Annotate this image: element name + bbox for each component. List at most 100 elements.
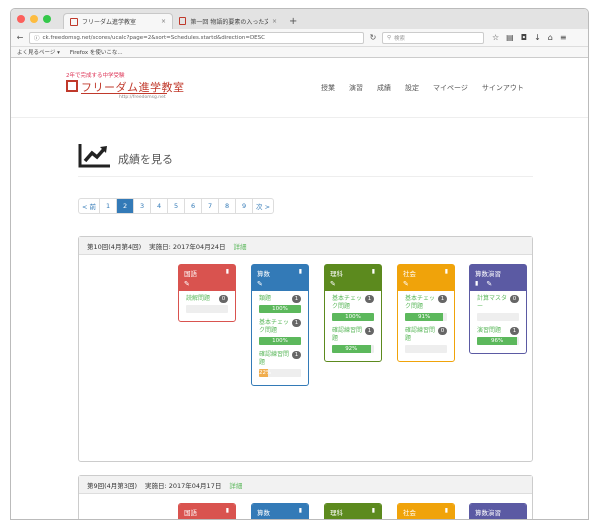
favicon-icon [70, 17, 78, 26]
toolbar-icons: ☆ ▤ ◘ ↓ ⌂ ≡ [492, 33, 567, 42]
progress-bar: 100% [332, 313, 374, 322]
pencil-icon[interactable]: ✎ [486, 280, 492, 288]
detail-link[interactable]: 詳細 [233, 241, 246, 251]
subject-header[interactable]: 理科▮✎ [325, 504, 381, 519]
exercise-link[interactable]: 確認練習問題 1 [259, 351, 301, 367]
search-icon: ⚲ [387, 34, 392, 41]
pencil-icon[interactable]: ✎ [330, 280, 376, 288]
exercise-item: 類題 1 100% [252, 291, 308, 315]
exercise-link[interactable]: 計算マスター 0 [477, 295, 519, 311]
exercise-link[interactable]: 演習問題 1 [477, 327, 519, 336]
page-1-button[interactable]: 1 [100, 199, 118, 213]
subject-card: 算数演習▮✎ [469, 503, 527, 519]
subject-header[interactable]: 社会▮✎ [398, 504, 454, 519]
progress-bar: 96% [477, 337, 519, 346]
page-7-button[interactable]: 7 [202, 199, 220, 213]
progress-bar: 100% [259, 337, 301, 346]
tab-inactive[interactable]: 第一回 物語的要素の入った文章 × [173, 13, 283, 29]
reading-list-icon[interactable]: ▤ [506, 33, 514, 42]
subject-header[interactable]: 社会▮✎ [398, 265, 454, 291]
exercise-item: 確認練習問題 1 22% [252, 347, 308, 379]
site-header: 2年で完成する中学受験 フリーダム進学教室 http://freedomsg.n… [11, 58, 588, 118]
subject-header[interactable]: 算数▮✎ [252, 504, 308, 519]
progress-fill: 96% [477, 337, 518, 346]
count-badge: 0 [438, 327, 447, 336]
prev-page-button[interactable]: < 前 [79, 199, 101, 213]
count-badge: 1 [292, 319, 301, 328]
page-9-button[interactable]: 9 [236, 199, 254, 213]
exercise-item: 確認練習問題 1 92% [325, 323, 381, 355]
count-badge: 1 [292, 295, 301, 303]
subject-header[interactable]: 算数演習▮✎ [470, 504, 526, 519]
url-bar[interactable]: ⓘ ck.freedomsg.net/scores/ucalc?page=2&s… [29, 31, 364, 44]
maximize-window-button[interactable] [43, 15, 51, 23]
menu-icon[interactable]: ≡ [560, 33, 567, 42]
menu-item-settings[interactable]: 設定 [405, 83, 419, 93]
close-tab-icon[interactable]: × [272, 18, 277, 25]
bookmark-item[interactable]: よく見るページ ▾ [17, 48, 60, 56]
menu-item-mypage[interactable]: マイページ [433, 83, 468, 93]
subject-card: 算数演習 ▮ ✎ 計算マスター 0 演習問題 1 96% [469, 264, 527, 355]
close-window-button[interactable] [17, 15, 25, 23]
logo-underline [81, 93, 167, 94]
progress-bar: 100% [259, 305, 301, 314]
detail-link[interactable]: 詳細 [229, 480, 242, 490]
pencil-icon[interactable]: ✎ [403, 280, 449, 288]
panel-round: 第9回(4月第3回) [87, 481, 137, 490]
subject-card: 社会▮✎ [397, 503, 455, 519]
minimize-window-button[interactable] [30, 15, 38, 23]
progress-fill: 100% [332, 313, 374, 322]
exercise-link[interactable]: 類題 1 [259, 295, 301, 303]
page-3-button[interactable]: 3 [134, 199, 152, 213]
next-page-button[interactable]: 次 > [253, 199, 273, 213]
pencil-icon[interactable]: ✎ [257, 280, 303, 288]
home-icon[interactable]: ⌂ [548, 33, 553, 42]
book-icon: ▮ [371, 507, 375, 514]
count-badge: 1 [365, 327, 374, 336]
search-placeholder: 検索 [394, 35, 406, 42]
page-6-button[interactable]: 6 [185, 199, 203, 213]
subject-name: 社会 [403, 270, 416, 278]
exercise-link[interactable]: 確認練習問題 1 [332, 327, 374, 343]
exercise-link[interactable]: 基本チェック問題 1 [259, 319, 301, 335]
subject-header[interactable]: 算数演習▮✎ [470, 265, 526, 291]
subject-header[interactable]: 算数▮✎ [252, 265, 308, 291]
subject-header[interactable]: 国語▮✎ [179, 265, 235, 291]
page-4-button[interactable]: 4 [151, 199, 169, 213]
subject-card: 社会 ▮ ✎ 基本チェック問題 1 91% 確認練習問題 0 [397, 264, 455, 363]
menu-item-exercises[interactable]: 演習 [349, 83, 363, 93]
panel-header: 第10回(4月第4回) 実施日: 2017年04月24日 詳細 [79, 237, 532, 255]
subject-header[interactable]: 国語▮✎ [179, 504, 235, 519]
download-icon[interactable]: ↓ [534, 33, 541, 42]
progress-bar [405, 345, 447, 354]
page-8-button[interactable]: 8 [219, 199, 237, 213]
exercise-link[interactable]: 確認練習問題 0 [405, 327, 447, 343]
back-icon[interactable]: ← [15, 33, 25, 42]
subject-card: 理科▮✎ [324, 503, 382, 519]
bookmark-item[interactable]: Firefox を使いこな... [70, 48, 123, 56]
pocket-icon[interactable]: ◘ [521, 33, 527, 42]
exercise-link[interactable]: 基本チェック問題 1 [332, 295, 374, 311]
reload-icon[interactable]: ↻ [368, 33, 378, 42]
page-5-button[interactable]: 5 [168, 199, 186, 213]
progress-bar: 91% [405, 313, 447, 322]
book-icon: ▮ [225, 507, 229, 514]
pencil-icon[interactable]: ✎ [184, 280, 230, 288]
panel-date: 実施日: 2017年04月24日 [149, 242, 226, 251]
exercise-link[interactable]: 基本チェック問題 1 [405, 295, 447, 311]
page-2-button[interactable]: 2 [117, 199, 135, 213]
menu-item-classes[interactable]: 授業 [321, 83, 335, 93]
book-icon: ▮ [298, 507, 302, 514]
new-tab-icon[interactable]: + [283, 16, 303, 27]
subject-header[interactable]: 理科▮✎ [325, 265, 381, 291]
exercise-name: 確認練習問題 [259, 351, 290, 367]
subject-name: 算数演習 [475, 270, 501, 278]
menu-item-scores[interactable]: 成績 [377, 83, 391, 93]
close-tab-icon[interactable]: × [161, 18, 166, 25]
tab-active[interactable]: フリーダム進学教室 × [63, 13, 173, 29]
search-input[interactable]: ⚲ 検索 [382, 31, 484, 44]
menu-item-signout[interactable]: サインアウト [482, 83, 524, 93]
bookmark-star-icon[interactable]: ☆ [492, 33, 499, 42]
exercise-link[interactable]: 読解問題 0 [186, 295, 228, 303]
tab-bar: フリーダム進学教室 × 第一回 物語的要素の入った文章 × + [11, 9, 588, 29]
